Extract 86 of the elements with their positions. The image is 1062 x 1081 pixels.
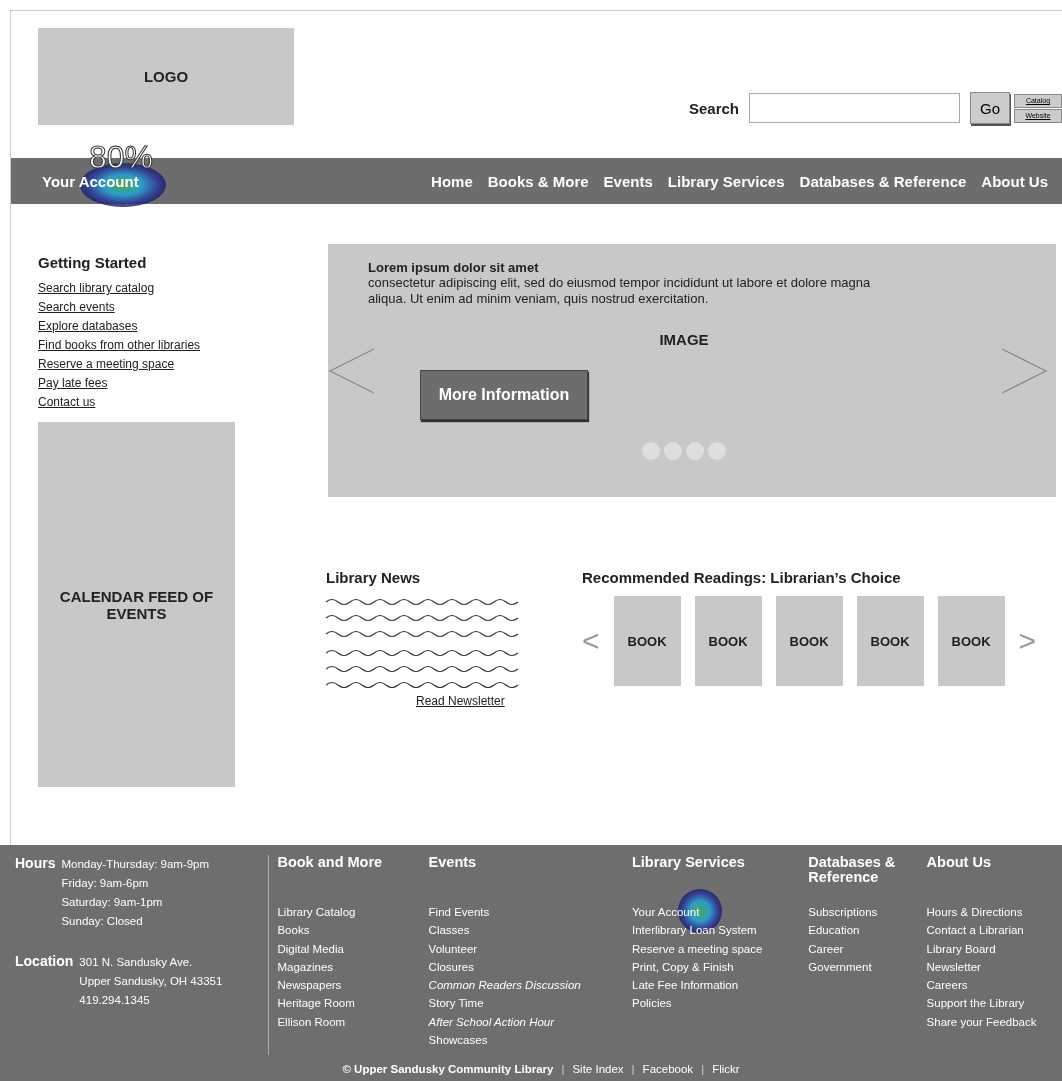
news-title: Library News bbox=[326, 569, 422, 586]
search-field[interactable] bbox=[749, 93, 960, 123]
hours-label: Hours bbox=[15, 855, 56, 873]
footer-column-title: Events bbox=[428, 855, 478, 872]
book-placeholder[interactable]: BOOK bbox=[694, 596, 762, 686]
sidebar-link[interactable]: Contact us bbox=[38, 393, 236, 412]
copyright-text: © Upper Sandusky Community Library bbox=[342, 1063, 554, 1075]
nav-link[interactable]: Books & More bbox=[487, 172, 589, 190]
footer-link[interactable]: Newsletter bbox=[926, 957, 981, 977]
read-newsletter-link[interactable]: Read Newsletter bbox=[416, 694, 505, 708]
calendar-label: CALENDAR FEED OF EVENTS bbox=[58, 587, 215, 622]
sidebar-link[interactable]: Search events bbox=[38, 298, 236, 317]
location-label: Location bbox=[15, 953, 74, 971]
sidebar-title: Getting Started bbox=[38, 254, 148, 271]
image-label: IMAGE bbox=[658, 331, 710, 348]
footer-link[interactable]: After School Action Hour bbox=[428, 1012, 555, 1032]
footer-column-title: Library Services bbox=[632, 855, 746, 872]
address-line: Upper Sandusky, OH 43351 bbox=[79, 974, 223, 989]
book-placeholder[interactable]: BOOK bbox=[856, 596, 924, 686]
book-placeholder[interactable]: BOOK bbox=[613, 596, 681, 686]
footer-bottom-link[interactable]: Facebook bbox=[642, 1063, 694, 1075]
footer-link[interactable]: Policies bbox=[632, 994, 672, 1013]
hours-line: Sunday: Closed bbox=[61, 914, 144, 929]
more-information-button[interactable]: More Information bbox=[420, 370, 588, 420]
footer-link[interactable]: Share your Feedback bbox=[926, 1012, 1037, 1032]
logo-label: LOGO bbox=[143, 68, 189, 85]
footer-link[interactable]: Story Time bbox=[428, 994, 484, 1013]
footer-link[interactable]: Ellison Room bbox=[277, 1012, 346, 1032]
footer-link[interactable]: Late Fee Information bbox=[632, 976, 739, 995]
footer-link[interactable]: Government bbox=[808, 957, 872, 977]
footer-link[interactable]: Careers bbox=[926, 976, 968, 995]
hours-line: Monday-Thursday: 9am-9pm bbox=[61, 857, 210, 872]
footer-link[interactable]: Library Catalog bbox=[277, 903, 356, 922]
separator: | bbox=[631, 1063, 635, 1075]
footer-link[interactable]: Your Account bbox=[632, 903, 700, 922]
footer-link[interactable]: Contact a Librarian bbox=[926, 921, 1024, 940]
footer-link[interactable]: Closures bbox=[428, 957, 474, 977]
hours-line: Friday: 9am-6pm bbox=[61, 876, 150, 891]
footer-link[interactable]: Common Readers Discussion bbox=[428, 976, 581, 995]
sidebar-link[interactable]: Pay late fees bbox=[38, 374, 236, 393]
hours-line: Saturday: 9am-1pm bbox=[61, 895, 164, 910]
book-placeholder[interactable]: BOOK bbox=[937, 596, 1005, 686]
slide-text: consectetur adipiscing elit, sed do eiusmod tempor incididunt ut labore et dolore magna aliqua. Ut enim ad minim veniam, quis nostrud exercitation. bbox=[368, 275, 872, 307]
nav-link[interactable]: About Us bbox=[981, 172, 1048, 190]
separator: | bbox=[561, 1063, 565, 1075]
nav-link[interactable]: Databases & Reference bbox=[799, 172, 967, 190]
footer-link[interactable]: Career bbox=[808, 939, 844, 958]
footer-link[interactable]: Magazines bbox=[277, 957, 334, 977]
footer-link[interactable]: Library Board bbox=[926, 939, 996, 958]
address-line: 301 N. Sandusky Ave. bbox=[79, 955, 194, 970]
footer-link[interactable]: Print, Copy & Finish bbox=[632, 957, 734, 977]
footer-link[interactable]: Books bbox=[277, 921, 310, 940]
footer-link[interactable]: Support the Library bbox=[926, 994, 1025, 1013]
footer-link[interactable]: Newspapers bbox=[277, 976, 342, 995]
address-line: 419.294.1345 bbox=[79, 993, 151, 1008]
sidebar-link[interactable]: Reserve a meeting space bbox=[38, 355, 236, 374]
sidebar-link[interactable]: Explore databases bbox=[38, 317, 236, 336]
nav-link[interactable]: Home bbox=[431, 172, 473, 190]
footer-link[interactable]: Find Events bbox=[428, 903, 490, 922]
nav-link[interactable]: Events bbox=[603, 172, 653, 190]
slide-title: Lorem ipsum dolor sit amet bbox=[368, 260, 540, 275]
book-placeholder[interactable]: BOOK bbox=[775, 596, 843, 686]
footer-link[interactable]: Showcases bbox=[428, 1031, 488, 1050]
footer-column-title: Databases & Reference bbox=[808, 855, 897, 887]
sidebar-link[interactable]: Find books from other libraries bbox=[38, 336, 236, 355]
footer-link[interactable]: Education bbox=[808, 921, 860, 940]
footer-bottom-link[interactable]: Flickr bbox=[712, 1063, 740, 1075]
search-label: Search bbox=[688, 99, 739, 117]
footer-link[interactable]: Subscriptions bbox=[808, 903, 878, 922]
recommended-title: Recommended Readings: Librarian’s Choice bbox=[582, 569, 902, 586]
footer-link[interactable]: Classes bbox=[428, 921, 470, 940]
footer-link[interactable]: Hours & Directions bbox=[926, 903, 1023, 922]
sidebar-link[interactable]: Search library catalog bbox=[38, 279, 236, 298]
next-books-button[interactable]: > bbox=[1018, 624, 1037, 658]
footer-link[interactable]: Reserve a meeting space bbox=[632, 939, 763, 958]
footer-link[interactable]: Volunteer bbox=[428, 939, 478, 958]
footer-column-title: About Us bbox=[926, 855, 992, 872]
nav-link[interactable]: Library Services bbox=[667, 172, 785, 190]
footer-link[interactable]: Digital Media bbox=[277, 939, 344, 958]
previous-books-button[interactable]: < bbox=[582, 624, 600, 658]
footer-column-title: Book and More bbox=[277, 855, 384, 872]
go-button[interactable]: Go bbox=[970, 92, 1010, 124]
footer-link[interactable]: Interlibrary Loan System bbox=[632, 921, 757, 940]
separator: | bbox=[701, 1063, 705, 1075]
footer-bottom-link[interactable]: Site Index bbox=[572, 1063, 624, 1075]
footer-link[interactable]: Heritage Room bbox=[277, 994, 355, 1013]
